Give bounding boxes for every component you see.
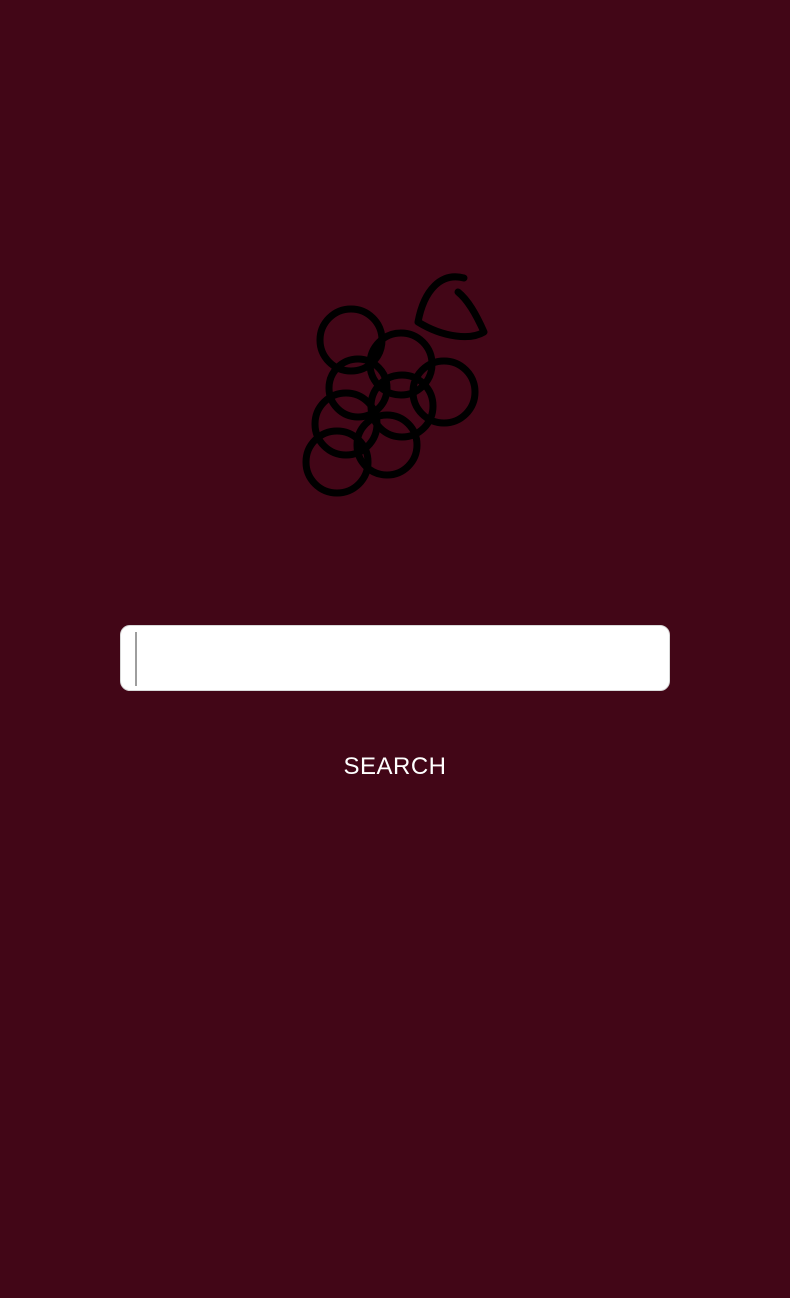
grape-berry bbox=[409, 357, 479, 427]
grape-leaf bbox=[414, 273, 488, 341]
text-cursor bbox=[135, 632, 137, 686]
grapes-icon bbox=[302, 273, 488, 497]
search-button[interactable]: SEARCH bbox=[320, 742, 470, 792]
grapes-logo-icon bbox=[296, 266, 496, 502]
search-input[interactable] bbox=[135, 632, 655, 684]
search-field[interactable] bbox=[120, 625, 670, 691]
